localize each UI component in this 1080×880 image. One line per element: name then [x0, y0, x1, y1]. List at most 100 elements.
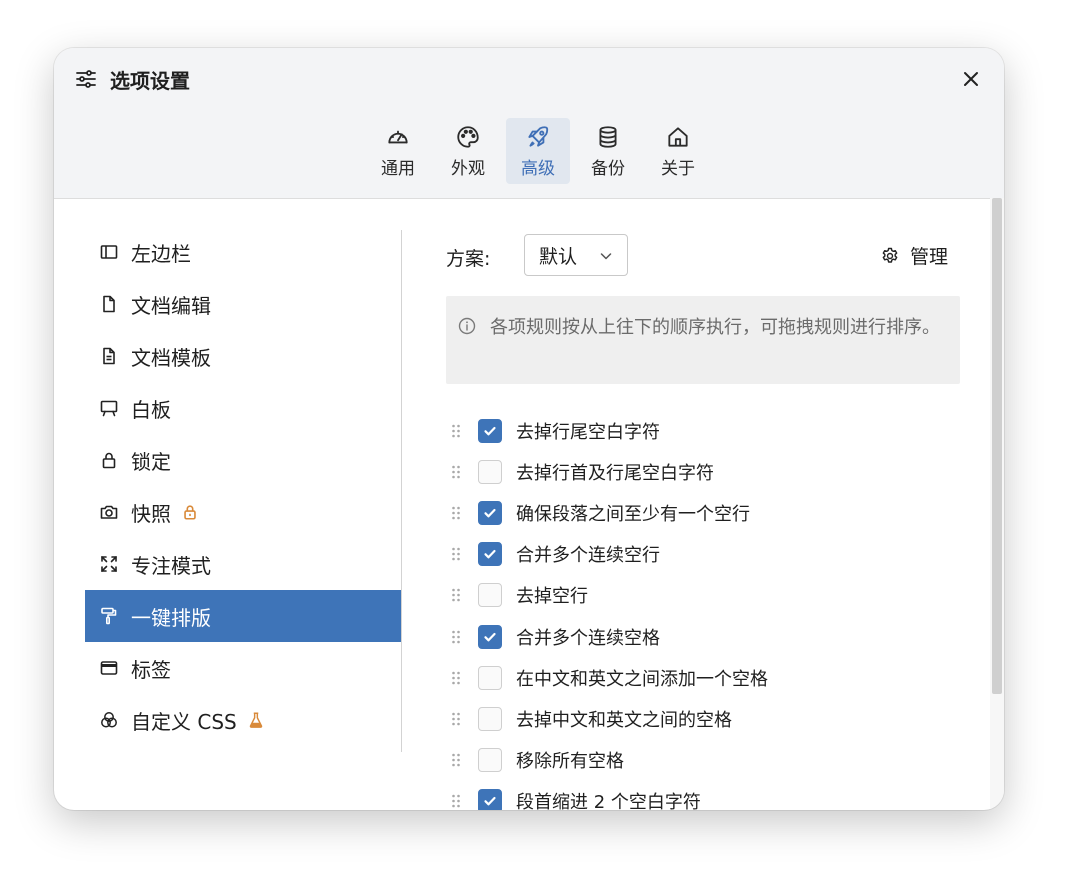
circles-icon — [101, 712, 117, 728]
tab-label: 通用 — [381, 158, 415, 179]
tab-about[interactable]: 关于 — [646, 118, 710, 184]
sidebar-item-doc-edit[interactable]: 文档编辑 — [85, 278, 401, 330]
drag-handle-icon[interactable] — [450, 670, 462, 686]
drag-handle-icon[interactable] — [450, 505, 462, 521]
rule-label: 在中文和英文之间添加一个空格 — [516, 668, 768, 690]
sliders-icon — [76, 70, 96, 88]
scheme-label: 方案: — [446, 248, 491, 270]
rule-checkbox[interactable] — [478, 459, 502, 484]
rule-label: 合并多个连续空行 — [516, 545, 660, 567]
checkmark-icon — [484, 797, 496, 806]
rule-item[interactable]: 段首缩进 2 个空白字符 — [446, 781, 768, 810]
rule-item[interactable]: 在中文和英文之间添加一个空格 — [446, 657, 768, 698]
scheme-row: 方案: 默认 管理 — [446, 234, 960, 278]
sidebar-panel-icon — [100, 245, 118, 259]
rule-label: 合并多个连续空格 — [516, 627, 660, 649]
sidebar-item-label: 自定义 CSS — [131, 709, 237, 734]
scrollbar-track[interactable] — [990, 198, 1004, 810]
sidebar-item-snapshot[interactable]: 快照 — [85, 486, 401, 538]
tag-window-icon — [100, 661, 118, 675]
database-icon — [599, 125, 617, 148]
sidebar-item-label: 文档编辑 — [131, 293, 211, 318]
scrollbar-thumb[interactable] — [992, 198, 1002, 694]
rule-label: 去掉中文和英文之间的空格 — [516, 709, 732, 731]
drag-handle-icon[interactable] — [450, 423, 462, 439]
file-text-icon — [103, 347, 115, 365]
rule-checkbox[interactable] — [478, 665, 502, 690]
sidebar-divider — [401, 230, 402, 752]
sidebar-item-whiteboard[interactable]: 白板 — [85, 382, 401, 434]
drag-handle-icon[interactable] — [450, 752, 462, 768]
flask-badge-icon — [249, 712, 262, 728]
tab-label: 关于 — [661, 158, 695, 179]
rule-checkbox[interactable] — [478, 706, 502, 731]
tab-backup[interactable]: 备份 — [576, 118, 640, 184]
sidebar-item-doc-template[interactable]: 文档模板 — [85, 330, 401, 382]
drag-handle-icon[interactable] — [450, 464, 462, 480]
drag-handle-icon[interactable] — [450, 546, 462, 562]
format-settings-panel: 方案: 默认 管理 各项规则按从上往下的顺序执行，可拖拽规则进行排序。 去掉行尾… — [446, 234, 960, 810]
tab-appearance[interactable]: 外观 — [436, 118, 500, 184]
gear-icon — [882, 247, 898, 263]
close-icon — [964, 72, 978, 86]
sidebar-item-lock[interactable]: 锁定 — [85, 434, 401, 486]
rule-label: 确保段落之间至少有一个空行 — [516, 503, 750, 525]
lock-icon — [102, 452, 116, 469]
sidebar-item-label: 一键排版 — [131, 605, 211, 630]
sidebar-item-custom-css[interactable]: 自定义 CSS — [85, 694, 401, 746]
rocket-icon — [528, 125, 549, 147]
tab-general[interactable]: 通用 — [366, 118, 430, 184]
home-icon — [668, 126, 688, 147]
rule-item[interactable]: 去掉行首及行尾空白字符 — [446, 451, 768, 492]
close-button[interactable] — [956, 64, 986, 94]
tab-advanced[interactable]: 高级 — [506, 118, 570, 184]
rule-checkbox[interactable] — [478, 542, 502, 567]
checkmark-icon — [484, 426, 496, 435]
manage-button[interactable]: 管理 — [880, 242, 948, 269]
rule-label: 段首缩进 2 个空白字符 — [516, 792, 701, 810]
drag-handle-icon[interactable] — [450, 587, 462, 603]
checkmark-icon — [484, 550, 496, 559]
camera-icon — [100, 505, 118, 519]
sidebar-item-tabs[interactable]: 标签 — [85, 642, 401, 694]
rule-label: 去掉空行 — [516, 586, 588, 608]
sidebar-item-label: 左边栏 — [131, 241, 191, 266]
checkmark-icon — [484, 632, 496, 641]
rule-checkbox[interactable] — [478, 748, 502, 773]
rule-item[interactable]: 合并多个连续空格 — [446, 616, 768, 657]
paint-roller-icon — [101, 607, 117, 625]
rule-checkbox[interactable] — [478, 624, 502, 649]
sidebar-item-label: 文档模板 — [131, 345, 211, 370]
rule-item[interactable]: 去掉行尾空白字符 — [446, 410, 768, 451]
drag-handle-icon[interactable] — [450, 711, 462, 727]
whiteboard-icon — [100, 400, 118, 417]
rule-label: 移除所有空格 — [516, 751, 624, 773]
sidebar-item-label: 专注模式 — [131, 553, 211, 578]
rule-checkbox[interactable] — [478, 500, 502, 525]
sidebar-item-one-click-format[interactable]: 一键排版 — [85, 590, 401, 642]
drag-handle-icon[interactable] — [450, 629, 462, 645]
scheme-select[interactable]: 默认 — [524, 234, 628, 276]
sidebar-item-left-sidebar[interactable]: 左边栏 — [85, 226, 401, 278]
rule-checkbox[interactable] — [478, 789, 502, 810]
rule-item[interactable]: 移除所有空格 — [446, 740, 768, 781]
sidebar-item-label: 锁定 — [131, 449, 171, 474]
manage-label: 管理 — [909, 246, 948, 268]
window-header: 选项设置 通用 外观 高级 备份 关于 — [54, 48, 1004, 199]
settings-window: 选项设置 通用 外观 高级 备份 关于 左边栏 文档编辑 文档模板 白板 锁定 … — [54, 48, 1004, 810]
checkmark-icon — [484, 508, 496, 518]
rule-checkbox[interactable] — [478, 583, 502, 608]
tab-bar: 通用 外观 高级 备份 关于 — [366, 118, 716, 184]
rule-item[interactable]: 合并多个连续空行 — [446, 534, 768, 575]
sidebar-item-label: 白板 — [131, 397, 171, 422]
rule-checkbox[interactable] — [478, 418, 502, 443]
tab-label: 高级 — [521, 158, 555, 179]
scheme-select-value: 默认 — [539, 245, 578, 268]
notice-text: 各项规则按从上往下的顺序执行，可拖拽规则进行排序。 — [490, 317, 940, 338]
sidebar-item-focus-mode[interactable]: 专注模式 — [85, 538, 401, 590]
rule-item[interactable]: 去掉中文和英文之间的空格 — [446, 698, 768, 739]
info-notice: 各项规则按从上往下的顺序执行，可拖拽规则进行排序。 — [446, 296, 960, 384]
drag-handle-icon[interactable] — [450, 793, 462, 809]
rule-item[interactable]: 确保段落之间至少有一个空行 — [446, 492, 768, 533]
rule-item[interactable]: 去掉空行 — [446, 575, 768, 616]
